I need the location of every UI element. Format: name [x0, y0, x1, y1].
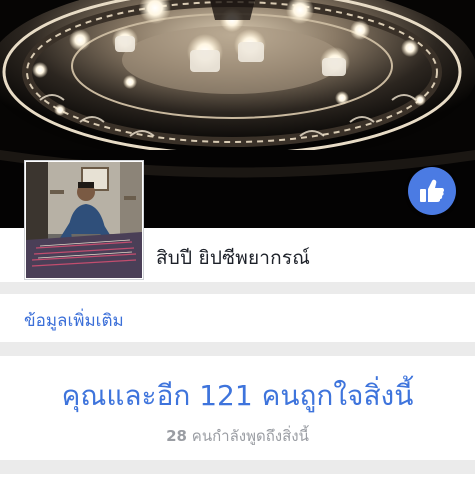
thumbs-up-icon [420, 179, 444, 202]
facebook-page: สิบปี ยิปซีพยากรณ์ ข้อมูลเพิ่มเติม คุณแล… [0, 0, 475, 485]
talking-count: 28 [166, 427, 187, 445]
page-title: สิบปี ยิปซีพยากรณ์ [156, 247, 311, 269]
more-info-link[interactable]: ข้อมูลเพิ่มเติม [24, 307, 124, 334]
talking-label: คนกำลังพูดถึงสิ่งนี้ [191, 427, 309, 445]
next-card [0, 474, 475, 485]
talking-about-row: 28 คนกำลังพูดถึงสิ่งนี้ [0, 424, 475, 448]
profile-photo [26, 162, 142, 278]
likes-summary[interactable]: คุณและอีก 121 คนถูกใจสิ่งนี้ [0, 374, 475, 418]
like-button[interactable] [408, 167, 456, 215]
avatar[interactable] [24, 160, 144, 280]
